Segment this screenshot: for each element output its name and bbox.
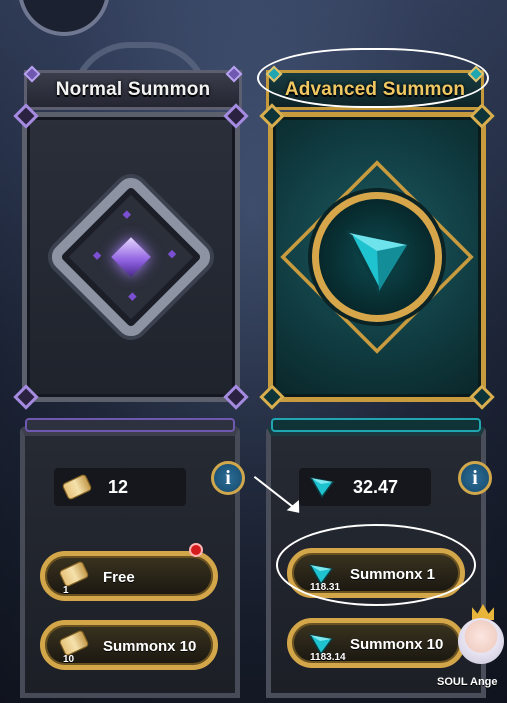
normal-summon-10-label: Summonx 10: [103, 638, 197, 655]
shard-decor: [122, 210, 131, 219]
purple-gem-icon: [111, 237, 151, 277]
normal-currency-display: 12: [54, 468, 186, 506]
tab-normal-summon[interactable]: Normal Summon: [24, 70, 242, 110]
companion-face: [458, 618, 504, 664]
scroll-icon: [58, 629, 90, 657]
normal-summon-10-cost: 10: [63, 654, 75, 665]
companion-name: SOUL Ange: [437, 676, 498, 688]
free-summon-label: Free: [103, 569, 135, 586]
advanced-summon-10-label: Summonx 10: [350, 636, 444, 653]
tron-crystal-icon: [308, 632, 336, 656]
info-icon: i: [225, 466, 231, 489]
normal-info-button[interactable]: i: [211, 461, 245, 495]
advanced-currency-count: 32.47: [353, 476, 399, 497]
scroll-icon: [61, 473, 93, 501]
normal-summon-10-button[interactable]: Summonx 10 10: [40, 620, 218, 670]
notification-dot: [189, 543, 203, 557]
shard-decor: [167, 249, 177, 259]
advanced-summon-10-cost: 1183.14: [310, 652, 346, 663]
advanced-currency-display: 32.47: [299, 468, 431, 506]
advanced-summon-emblem-icon: [312, 192, 442, 322]
panel-cap-decor: [271, 418, 481, 432]
normal-summon-emblem-icon: [46, 172, 216, 342]
annotation-circle: [276, 524, 476, 606]
companion-avatar[interactable]: [452, 604, 507, 680]
normal-currency-count: 12: [108, 476, 129, 497]
advanced-summon-card[interactable]: [268, 112, 486, 402]
free-summon-button[interactable]: Free 1: [40, 551, 218, 601]
tron-crystal-icon: [309, 476, 335, 499]
normal-summon-card[interactable]: [22, 112, 240, 402]
shard-decor: [128, 292, 137, 301]
free-summon-cost: 1: [63, 585, 69, 596]
info-icon: i: [472, 466, 478, 489]
tron-crystal-icon: [345, 230, 411, 296]
annotation-circle: [257, 48, 489, 108]
panel-cap-decor: [25, 418, 235, 432]
tab-normal-summon-label: Normal Summon: [55, 79, 211, 100]
advanced-info-button[interactable]: i: [458, 461, 492, 495]
advanced-summon-10-button[interactable]: Summonx 10 1183.14: [287, 618, 465, 668]
scroll-icon: [58, 560, 90, 588]
shard-decor: [92, 251, 102, 260]
